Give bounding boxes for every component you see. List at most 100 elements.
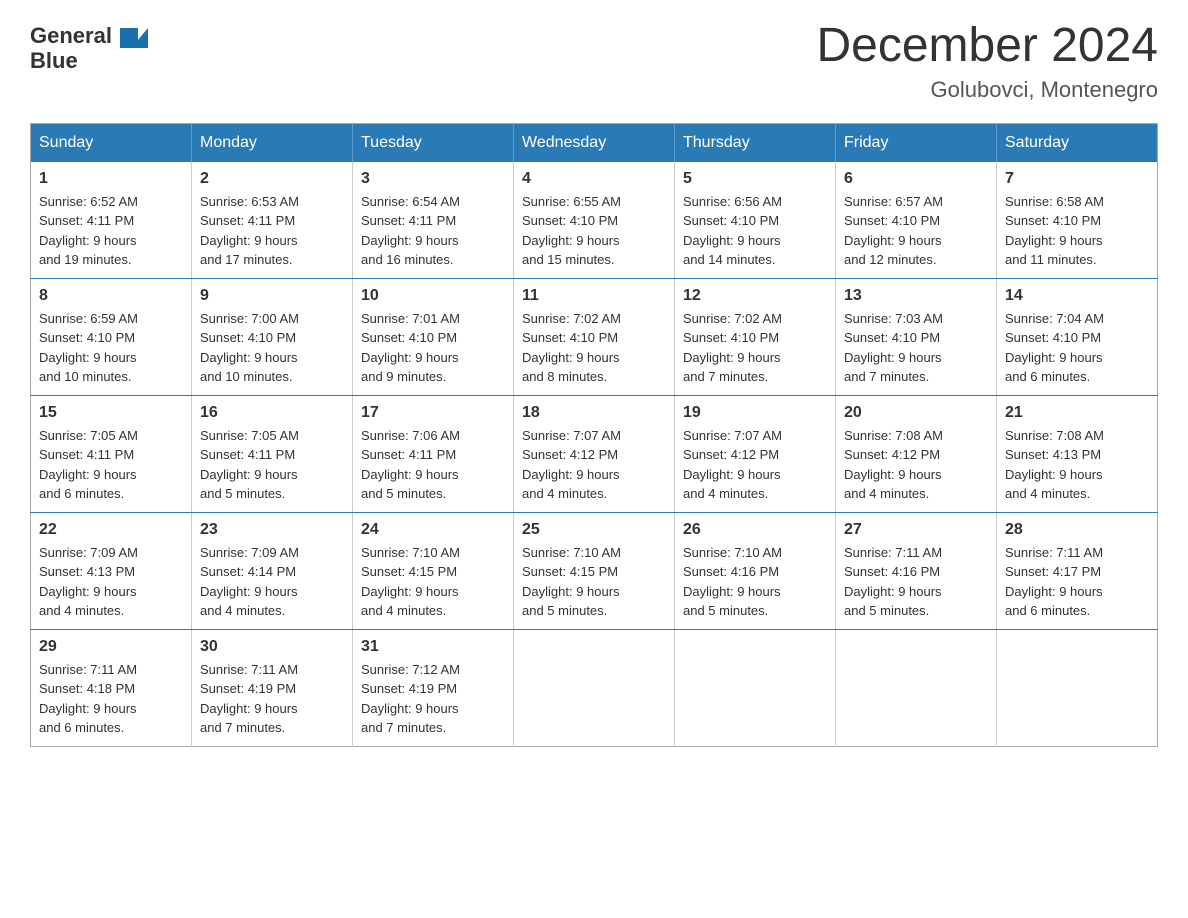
calendar-cell: 23 Sunrise: 7:09 AM Sunset: 4:14 PM Dayl…: [192, 512, 353, 629]
calendar-cell: 7 Sunrise: 6:58 AM Sunset: 4:10 PM Dayli…: [997, 162, 1158, 279]
calendar-cell: 1 Sunrise: 6:52 AM Sunset: 4:11 PM Dayli…: [31, 162, 192, 279]
day-number: 3: [361, 170, 505, 188]
calendar-week-row: 15 Sunrise: 7:05 AM Sunset: 4:11 PM Dayl…: [31, 395, 1158, 512]
calendar-cell: 30 Sunrise: 7:11 AM Sunset: 4:19 PM Dayl…: [192, 629, 353, 746]
calendar-cell: 20 Sunrise: 7:08 AM Sunset: 4:12 PM Dayl…: [836, 395, 997, 512]
day-info: Sunrise: 6:59 AM Sunset: 4:10 PM Dayligh…: [39, 309, 183, 387]
day-info: Sunrise: 7:02 AM Sunset: 4:10 PM Dayligh…: [522, 309, 666, 387]
day-info: Sunrise: 7:04 AM Sunset: 4:10 PM Dayligh…: [1005, 309, 1149, 387]
day-info: Sunrise: 7:11 AM Sunset: 4:16 PM Dayligh…: [844, 543, 988, 621]
day-info: Sunrise: 7:11 AM Sunset: 4:19 PM Dayligh…: [200, 660, 344, 738]
day-number: 4: [522, 170, 666, 188]
day-number: 19: [683, 404, 827, 422]
calendar-cell: [675, 629, 836, 746]
day-number: 22: [39, 521, 183, 539]
calendar-cell: 19 Sunrise: 7:07 AM Sunset: 4:12 PM Dayl…: [675, 395, 836, 512]
calendar-cell: 4 Sunrise: 6:55 AM Sunset: 4:10 PM Dayli…: [514, 162, 675, 279]
location-title: Golubovci, Montenegro: [816, 77, 1158, 103]
calendar-cell: 9 Sunrise: 7:00 AM Sunset: 4:10 PM Dayli…: [192, 278, 353, 395]
calendar-cell: [997, 629, 1158, 746]
day-number: 9: [200, 287, 344, 305]
day-number: 1: [39, 170, 183, 188]
day-number: 18: [522, 404, 666, 422]
calendar-cell: 11 Sunrise: 7:02 AM Sunset: 4:10 PM Dayl…: [514, 278, 675, 395]
day-number: 31: [361, 638, 505, 656]
day-info: Sunrise: 7:05 AM Sunset: 4:11 PM Dayligh…: [200, 426, 344, 504]
calendar-cell: 5 Sunrise: 6:56 AM Sunset: 4:10 PM Dayli…: [675, 162, 836, 279]
day-number: 13: [844, 287, 988, 305]
day-info: Sunrise: 7:05 AM Sunset: 4:11 PM Dayligh…: [39, 426, 183, 504]
day-info: Sunrise: 7:07 AM Sunset: 4:12 PM Dayligh…: [683, 426, 827, 504]
col-header-friday: Friday: [836, 123, 997, 162]
day-info: Sunrise: 7:12 AM Sunset: 4:19 PM Dayligh…: [361, 660, 505, 738]
day-number: 7: [1005, 170, 1149, 188]
day-info: Sunrise: 7:09 AM Sunset: 4:14 PM Dayligh…: [200, 543, 344, 621]
calendar-cell: 16 Sunrise: 7:05 AM Sunset: 4:11 PM Dayl…: [192, 395, 353, 512]
day-info: Sunrise: 7:00 AM Sunset: 4:10 PM Dayligh…: [200, 309, 344, 387]
month-title: December 2024: [816, 20, 1158, 73]
day-info: Sunrise: 7:09 AM Sunset: 4:13 PM Dayligh…: [39, 543, 183, 621]
calendar-cell: 3 Sunrise: 6:54 AM Sunset: 4:11 PM Dayli…: [353, 162, 514, 279]
calendar-cell: 26 Sunrise: 7:10 AM Sunset: 4:16 PM Dayl…: [675, 512, 836, 629]
calendar-cell: [836, 629, 997, 746]
calendar-cell: 8 Sunrise: 6:59 AM Sunset: 4:10 PM Dayli…: [31, 278, 192, 395]
calendar-cell: 25 Sunrise: 7:10 AM Sunset: 4:15 PM Dayl…: [514, 512, 675, 629]
day-info: Sunrise: 6:53 AM Sunset: 4:11 PM Dayligh…: [200, 192, 344, 270]
day-number: 25: [522, 521, 666, 539]
calendar-table: SundayMondayTuesdayWednesdayThursdayFrid…: [30, 123, 1158, 747]
calendar-cell: 6 Sunrise: 6:57 AM Sunset: 4:10 PM Dayli…: [836, 162, 997, 279]
day-info: Sunrise: 7:08 AM Sunset: 4:13 PM Dayligh…: [1005, 426, 1149, 504]
logo-text-general: General: [30, 23, 112, 49]
calendar-week-row: 8 Sunrise: 6:59 AM Sunset: 4:10 PM Dayli…: [31, 278, 1158, 395]
col-header-saturday: Saturday: [997, 123, 1158, 162]
calendar-week-row: 1 Sunrise: 6:52 AM Sunset: 4:11 PM Dayli…: [31, 162, 1158, 279]
day-number: 5: [683, 170, 827, 188]
calendar-cell: 10 Sunrise: 7:01 AM Sunset: 4:10 PM Dayl…: [353, 278, 514, 395]
day-info: Sunrise: 7:07 AM Sunset: 4:12 PM Dayligh…: [522, 426, 666, 504]
col-header-thursday: Thursday: [675, 123, 836, 162]
day-number: 20: [844, 404, 988, 422]
day-number: 17: [361, 404, 505, 422]
calendar-cell: 29 Sunrise: 7:11 AM Sunset: 4:18 PM Dayl…: [31, 629, 192, 746]
day-info: Sunrise: 7:11 AM Sunset: 4:17 PM Dayligh…: [1005, 543, 1149, 621]
day-info: Sunrise: 7:11 AM Sunset: 4:18 PM Dayligh…: [39, 660, 183, 738]
page-header: General Blue December 2024 Golubovci, Mo…: [30, 20, 1158, 103]
title-area: December 2024 Golubovci, Montenegro: [816, 20, 1158, 103]
day-number: 14: [1005, 287, 1149, 305]
calendar-cell: 12 Sunrise: 7:02 AM Sunset: 4:10 PM Dayl…: [675, 278, 836, 395]
day-number: 26: [683, 521, 827, 539]
day-number: 29: [39, 638, 183, 656]
day-number: 8: [39, 287, 183, 305]
logo-arrow-icon: [116, 20, 148, 52]
calendar-week-row: 29 Sunrise: 7:11 AM Sunset: 4:18 PM Dayl…: [31, 629, 1158, 746]
day-info: Sunrise: 7:10 AM Sunset: 4:15 PM Dayligh…: [361, 543, 505, 621]
day-info: Sunrise: 7:10 AM Sunset: 4:16 PM Dayligh…: [683, 543, 827, 621]
col-header-wednesday: Wednesday: [514, 123, 675, 162]
day-info: Sunrise: 7:10 AM Sunset: 4:15 PM Dayligh…: [522, 543, 666, 621]
day-number: 30: [200, 638, 344, 656]
day-info: Sunrise: 7:06 AM Sunset: 4:11 PM Dayligh…: [361, 426, 505, 504]
day-number: 11: [522, 287, 666, 305]
calendar-cell: 13 Sunrise: 7:03 AM Sunset: 4:10 PM Dayl…: [836, 278, 997, 395]
calendar-header-row: SundayMondayTuesdayWednesdayThursdayFrid…: [31, 123, 1158, 162]
calendar-week-row: 22 Sunrise: 7:09 AM Sunset: 4:13 PM Dayl…: [31, 512, 1158, 629]
calendar-cell: 31 Sunrise: 7:12 AM Sunset: 4:19 PM Dayl…: [353, 629, 514, 746]
calendar-cell: 15 Sunrise: 7:05 AM Sunset: 4:11 PM Dayl…: [31, 395, 192, 512]
day-info: Sunrise: 7:02 AM Sunset: 4:10 PM Dayligh…: [683, 309, 827, 387]
day-info: Sunrise: 6:58 AM Sunset: 4:10 PM Dayligh…: [1005, 192, 1149, 270]
day-info: Sunrise: 6:57 AM Sunset: 4:10 PM Dayligh…: [844, 192, 988, 270]
day-info: Sunrise: 6:55 AM Sunset: 4:10 PM Dayligh…: [522, 192, 666, 270]
col-header-monday: Monday: [192, 123, 353, 162]
day-number: 12: [683, 287, 827, 305]
day-number: 21: [1005, 404, 1149, 422]
col-header-sunday: Sunday: [31, 123, 192, 162]
day-info: Sunrise: 7:08 AM Sunset: 4:12 PM Dayligh…: [844, 426, 988, 504]
logo: General Blue: [30, 20, 148, 74]
calendar-cell: 18 Sunrise: 7:07 AM Sunset: 4:12 PM Dayl…: [514, 395, 675, 512]
col-header-tuesday: Tuesday: [353, 123, 514, 162]
day-number: 6: [844, 170, 988, 188]
calendar-cell: 28 Sunrise: 7:11 AM Sunset: 4:17 PM Dayl…: [997, 512, 1158, 629]
calendar-cell: 21 Sunrise: 7:08 AM Sunset: 4:13 PM Dayl…: [997, 395, 1158, 512]
day-number: 10: [361, 287, 505, 305]
calendar-cell: [514, 629, 675, 746]
